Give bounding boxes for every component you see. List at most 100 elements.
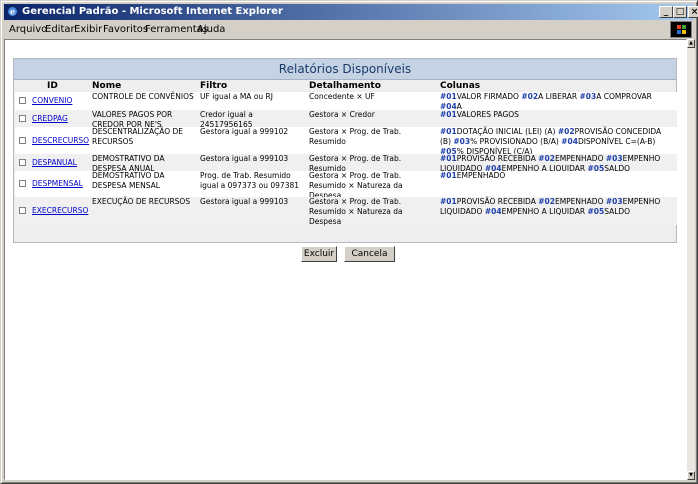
cell-filtro: UF igual a MA ou RJ: [200, 92, 306, 102]
cell-colunas: #01VALORES PAGOS: [440, 110, 676, 120]
column-code: #01: [440, 110, 457, 119]
column-code: #01: [440, 127, 457, 136]
report-id-link[interactable]: DESPANUAL: [32, 158, 77, 167]
menu-ajuda[interactable]: Ajuda: [197, 21, 225, 39]
filtro-line: Gestora igual a 999102: [200, 127, 289, 136]
report-id-link[interactable]: DESPMENSAL: [32, 179, 83, 188]
windows-logo-icon: [670, 21, 692, 38]
svg-text:e: e: [10, 7, 15, 17]
colunas-line: #01DOTAÇÃO INICIAL (LEI) (A) #02PROVISÃO…: [440, 127, 676, 137]
column-label: DISPONÍVEL C=(A-B): [577, 137, 656, 146]
row-checkbox[interactable]: [19, 180, 26, 187]
nome-line: DESPESA MENSAL: [92, 181, 160, 190]
cell-colunas: #01DOTAÇÃO INICIAL (LEI) (A) #02PROVISÃO…: [440, 127, 676, 157]
nome-line: DEMOSTRATIVO DA: [92, 171, 165, 180]
cell-colunas: #01PROVISÃO RECEBIDA #02EMPENHADO #03EMP…: [440, 197, 676, 217]
cell-det: Gestora × Prog. de Trab. Resumido: [309, 127, 434, 147]
filtro-line: Prog. de Trab. Resumido: [200, 171, 291, 180]
column-code: #03: [453, 137, 471, 146]
menu-exibir[interactable]: Exibir: [74, 21, 102, 39]
colunas-line: #01VALORES PAGOS: [440, 110, 676, 120]
column-label: SALDO: [604, 207, 631, 216]
table-row: EXECRECURSO EXECUÇÃO DE RECURSOS Gestora i…: [15, 197, 677, 227]
row-checkbox[interactable]: [19, 137, 26, 144]
column-label: EMPENHO A LIQUIDAR: [501, 207, 588, 216]
nome-line: VALORES PAGOS POR: [92, 110, 173, 119]
cell-nome: DESCENTRALIZAÇÃO DE RECURSOS: [92, 127, 197, 147]
table-row: CREDPAG VALORES PAGOS POR CREDOR POR NE'S C…: [15, 110, 677, 129]
column-label: EMPENHADO: [554, 154, 606, 163]
menu-bar: Arquivo Editar Exibir Favoritos Ferramen…: [4, 21, 694, 39]
column-code: #02: [538, 197, 555, 206]
filtro-line: igual a 097373 ou 097381: [200, 181, 300, 190]
col-header-detalhamento: Detalhamento: [309, 81, 381, 91]
det-line: Gestora × Prog. de Trab.: [309, 197, 402, 206]
row-checkbox[interactable]: [19, 97, 26, 104]
col-header-filtro: Filtro: [200, 81, 228, 91]
det-line: Gestora × Prog. de Trab.: [309, 171, 402, 180]
column-code: #02: [557, 127, 575, 136]
table-row: CONVENIO CONTROLE DE CONVÊNIOS UF igual a …: [15, 92, 677, 121]
cell-det: Gestora × Prog. de Trab. Resumido × Natur…: [309, 197, 434, 227]
column-code: #04: [484, 207, 502, 216]
column-code: #03: [579, 92, 597, 101]
table-row: DESPMENSAL DEMOSTRATIVO DA DESPESA MENSAL P…: [15, 171, 677, 200]
colunas-line: #01VALOR FIRMADO #02A LIBERAR #03A COMPR…: [440, 92, 676, 112]
cancela-button[interactable]: Cancela: [344, 246, 395, 262]
close-button[interactable]: ×: [688, 6, 698, 18]
title-bar: e Gerencial Padrão - Microsoft Internet …: [4, 4, 698, 20]
column-label: A COMPROVAR: [596, 92, 652, 101]
column-label: PROVISÃO RECEBIDA: [456, 197, 539, 206]
cell-colunas: #01EMPENHADO: [440, 171, 676, 181]
column-code: #02: [538, 154, 555, 163]
column-code: #01: [440, 92, 457, 101]
table-row: DESCRECURSO DESCENTRALIZAÇÃO DE RECURSOS Ge…: [15, 127, 677, 157]
filtro-line: Gestora igual a 999103: [200, 154, 289, 163]
excluir-button[interactable]: Excluir: [301, 246, 337, 262]
filtro-line: UF igual a MA ou RJ: [200, 92, 273, 101]
column-label: VALORES PAGOS: [456, 110, 519, 119]
nome-line: DEMOSTRATIVO DA: [92, 154, 165, 163]
col-header-id: ID: [47, 81, 58, 91]
column-label: A LIBERAR: [538, 92, 580, 101]
det-line: Resumido × Natureza da: [309, 207, 403, 216]
row-checkbox[interactable]: [19, 115, 26, 122]
row-checkbox[interactable]: [19, 159, 26, 166]
det-line: Gestora × Prog. de Trab.: [309, 154, 402, 163]
column-code: #04: [561, 137, 578, 146]
column-label: PROVISÃO CONCEDIDA: [574, 127, 662, 136]
nome-line: CONTROLE DE CONVÊNIOS: [92, 92, 194, 101]
menu-favoritos[interactable]: Favoritos: [103, 21, 148, 39]
cell-det: Concedente × UF: [309, 92, 434, 102]
cell-filtro: Gestora igual a 999103: [200, 197, 306, 207]
reports-panel: Relatórios Disponíveis ID Nome Filtro De…: [13, 58, 677, 262]
nome-line: RECURSOS: [92, 137, 134, 146]
table-row: DESPANUAL DEMOSTRATIVO DA DESPESA ANUAL Ges…: [15, 154, 677, 173]
det-line: Gestora × Credor: [309, 110, 375, 119]
report-id-link[interactable]: CREDPAG: [32, 114, 68, 123]
report-id-link[interactable]: EXECRECURSO: [32, 206, 88, 215]
scroll-up-icon[interactable]: ▲: [687, 39, 695, 48]
minimize-button[interactable]: _: [659, 6, 673, 18]
report-id-link[interactable]: DESCRECURSO: [32, 136, 89, 145]
cell-nome: DEMOSTRATIVO DA DESPESA MENSAL: [92, 171, 197, 191]
column-label: EMPENHO: [622, 154, 661, 163]
column-code: #03: [605, 154, 623, 163]
vertical-scrollbar[interactable]: ▲ ▼: [687, 39, 695, 480]
colunas-line: #01EMPENHADO: [440, 171, 676, 181]
det-line: Concedente × UF: [309, 92, 375, 101]
report-id-link[interactable]: CONVENIO: [32, 96, 72, 105]
colunas-line: (B) #03% PROVISIONADO (B/A) #04DISPONÍVE…: [440, 137, 676, 147]
menu-arquivo[interactable]: Arquivo: [9, 21, 47, 39]
column-label: VALOR FIRMADO: [456, 92, 522, 101]
column-code: #03: [605, 197, 623, 206]
row-checkbox[interactable]: [19, 207, 26, 214]
column-label: LIQUIDADO: [440, 207, 485, 216]
det-line: Resumido: [309, 137, 346, 146]
scroll-down-icon[interactable]: ▼: [687, 471, 695, 480]
colunas-line: #01PROVISÃO RECEBIDA #02EMPENHADO #03EMP…: [440, 197, 676, 207]
page-content: Relatórios Disponíveis ID Nome Filtro De…: [4, 39, 687, 480]
filtro-line: Credor igual a: [200, 110, 253, 119]
menu-editar[interactable]: Editar: [45, 21, 75, 39]
maximize-button[interactable]: □: [673, 6, 687, 18]
